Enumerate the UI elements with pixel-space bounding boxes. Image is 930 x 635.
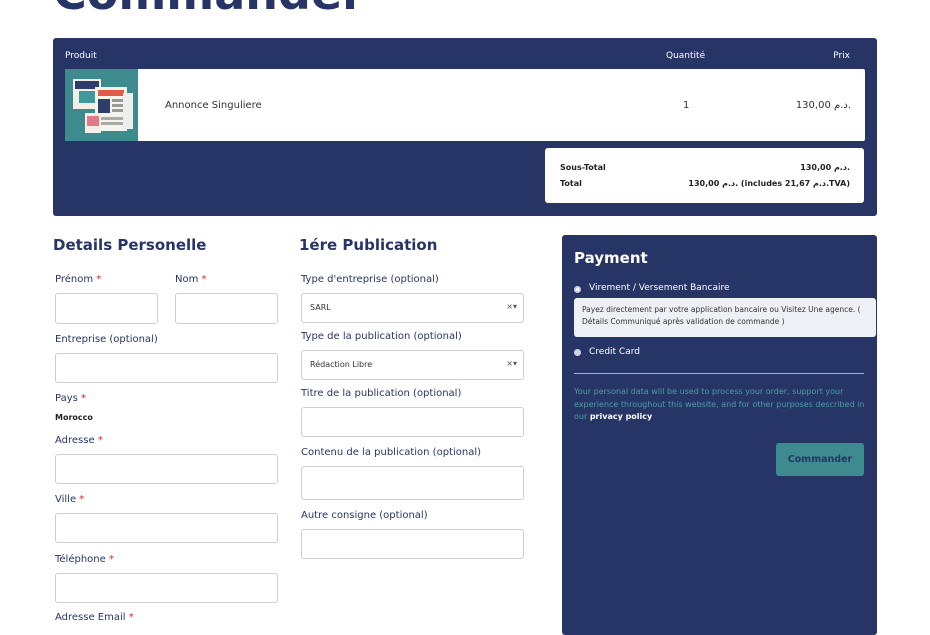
clear-dropdown-icon[interactable]: ×▾ <box>506 359 517 368</box>
product-price: 130,00 د.م. <box>795 100 851 111</box>
header-price: Prix <box>833 51 850 61</box>
total-value: 130,00 د.م. (includes 21,67 د.م.TVA) <box>688 179 850 188</box>
product-name[interactable]: Annonce Singuliere <box>165 100 262 111</box>
credit-card-radio[interactable] <box>574 349 581 356</box>
city-label: Ville * <box>55 494 85 505</box>
publication-type-label: Type de la publication (optional) <box>301 331 462 342</box>
total-label: Total <box>560 179 582 188</box>
privacy-policy-link[interactable]: privacy policy <box>590 412 652 421</box>
order-totals: Sous-Total 130,00 د.م. Total 130,00 د.م.… <box>545 148 864 203</box>
cart-item-row: Annonce Singuliere 1 130,00 د.م. <box>65 69 865 141</box>
header-quantity: Quantité <box>666 51 706 61</box>
country-value: Morocco <box>55 413 93 422</box>
publication-content-textarea[interactable] <box>301 466 524 500</box>
order-review-table: Produit Quantité Prix Annonce Singuliere… <box>53 38 877 216</box>
city-input[interactable] <box>55 513 278 543</box>
payment-title: Payment <box>574 249 648 267</box>
publication-type-value: Rédaction Libre <box>310 360 373 369</box>
personal-details-title: Details Personelle <box>53 236 207 254</box>
email-label: Adresse Email * <box>55 612 134 623</box>
privacy-notice: Your personal data will be used to proce… <box>574 387 865 421</box>
company-type-value: SARL <box>310 303 331 312</box>
company-input[interactable] <box>55 353 278 383</box>
other-instructions-label: Autre consigne (optional) <box>301 510 428 521</box>
product-quantity: 1 <box>683 100 690 111</box>
company-type-label: Type d'entreprise (optional) <box>301 274 439 285</box>
publication-title-label: Titre de la publication (optional) <box>301 388 462 399</box>
publication-title: 1ére Publication <box>299 236 438 254</box>
payment-panel: Payment Virement / Versement Bancaire Pa… <box>562 235 877 635</box>
clear-dropdown-icon[interactable]: ×▾ <box>506 302 517 311</box>
place-order-button[interactable]: Commander <box>776 443 864 476</box>
country-label: Pays * <box>55 393 87 404</box>
product-thumbnail <box>65 69 138 141</box>
divider <box>574 373 864 374</box>
bank-transfer-label[interactable]: Virement / Versement Bancaire <box>589 283 730 293</box>
header-product: Produit <box>65 51 97 61</box>
page-title: Commander <box>53 0 365 16</box>
publication-content-label: Contenu de la publication (optional) <box>301 447 482 458</box>
subtotal-label: Sous-Total <box>560 163 606 172</box>
other-instructions-input[interactable] <box>301 529 524 559</box>
publication-type-select[interactable]: Rédaction Libre ×▾ <box>301 350 524 380</box>
subtotal-value: 130,00 د.م. <box>800 163 850 172</box>
phone-input[interactable] <box>55 573 278 603</box>
last-name-label: Nom * <box>175 274 207 285</box>
phone-label: Téléphone * <box>55 554 114 565</box>
bank-transfer-description: Payez directement par votre application … <box>574 298 876 337</box>
credit-card-label[interactable]: Credit Card <box>589 347 640 357</box>
address-label: Adresse * <box>55 435 103 446</box>
first-name-input[interactable] <box>55 293 158 324</box>
company-label: Entreprise (optional) <box>55 334 158 345</box>
last-name-input[interactable] <box>175 293 278 324</box>
publication-title-input[interactable] <box>301 407 524 437</box>
first-name-label: Prénom * <box>55 274 102 285</box>
address-input[interactable] <box>55 454 278 484</box>
bank-transfer-radio[interactable] <box>574 286 581 293</box>
company-type-select[interactable]: SARL ×▾ <box>301 293 524 323</box>
